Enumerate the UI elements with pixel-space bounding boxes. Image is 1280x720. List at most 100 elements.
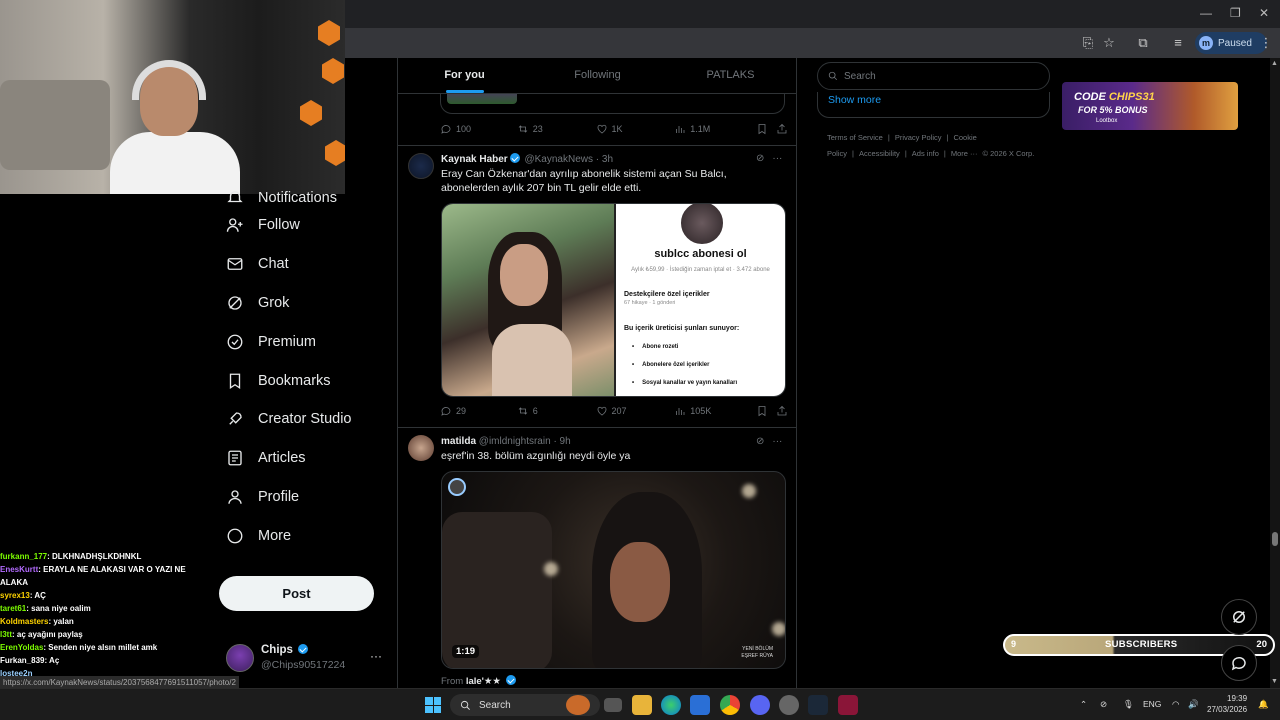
tweet-time[interactable]: · 9h xyxy=(553,436,570,447)
avatar[interactable] xyxy=(408,153,434,179)
hex-decor xyxy=(300,100,322,126)
store-icon[interactable] xyxy=(690,695,710,715)
sidebar-item-premium[interactable]: Premium xyxy=(220,322,395,361)
reply-button[interactable]: 29 xyxy=(440,405,517,417)
network-off-icon[interactable]: ⊘ xyxy=(1100,699,1107,710)
bookmark-icon xyxy=(226,372,244,390)
tab-following[interactable]: Following xyxy=(531,58,664,93)
obs-icon[interactable] xyxy=(779,695,799,715)
like-button[interactable]: 207 xyxy=(596,405,675,417)
tweet-time[interactable]: · 3h xyxy=(596,154,613,165)
bookmark-star-icon[interactable]: ☆ xyxy=(1101,35,1117,51)
sidebar-item-creator-studio[interactable]: Creator Studio xyxy=(220,400,395,439)
footer-link[interactable]: © 2026 X Corp. xyxy=(983,149,1035,158)
views-button[interactable]: 105K xyxy=(674,405,756,417)
footer-link[interactable]: More ··· xyxy=(951,149,978,158)
tweet-video[interactable]: 1:19 YENİ BÖLÜM EŞREF RÜYA xyxy=(441,471,786,669)
sidebar-item-bookmarks[interactable]: Bookmarks xyxy=(220,361,395,400)
sidebar-item-follow[interactable]: Follow xyxy=(220,206,395,245)
reply-button[interactable]: 100 xyxy=(440,123,517,135)
more-dots-icon[interactable]: ··· xyxy=(370,649,382,663)
tweet-media-images[interactable]: sublcc abonesi ol Aylık ₺59,99 · İstediğ… xyxy=(441,203,786,397)
file-explorer-icon[interactable] xyxy=(632,695,652,715)
heart-icon xyxy=(597,124,606,134)
edge-icon[interactable] xyxy=(661,695,681,715)
post-button[interactable]: Post xyxy=(219,576,374,611)
subscription-screenshot[interactable]: sublcc abonesi ol Aylık ₺59,99 · İstediğ… xyxy=(614,204,785,396)
account-switcher[interactable]: Chips @Chips90517224 ··· xyxy=(226,642,386,674)
grok-icon[interactable]: ⊘ xyxy=(756,153,764,164)
extensions-icon[interactable]: ⧉ xyxy=(1135,35,1151,51)
previous-tweet-media[interactable] xyxy=(440,94,785,114)
show-more-link[interactable]: Show more xyxy=(828,94,881,106)
chat-text: : Aç xyxy=(44,656,60,665)
close-icon[interactable]: ✕ xyxy=(1259,6,1269,20)
steam-icon[interactable] xyxy=(808,695,828,715)
video-source[interactable]: From lale'★★ xyxy=(441,675,518,687)
promo-banner[interactable]: CODE CHIPS31 FOR 5% BONUS Lootbox xyxy=(1062,82,1238,130)
avatar[interactable] xyxy=(408,435,434,461)
repost-button[interactable]: 23 xyxy=(517,123,596,135)
notification-bell-icon[interactable]: 🔔 xyxy=(1258,699,1269,710)
bookmark-button[interactable] xyxy=(756,405,776,417)
reading-list-icon[interactable]: ≡ xyxy=(1170,35,1186,51)
sidebar-item-more[interactable]: More xyxy=(220,516,395,555)
footer-link[interactable]: Ads info xyxy=(912,149,939,158)
scroll-up-icon[interactable]: ▲ xyxy=(1271,60,1278,67)
footer-separator: | xyxy=(852,149,854,158)
search-input[interactable]: Search xyxy=(817,62,1050,90)
profile-button[interactable]: m Paused xyxy=(1195,32,1267,54)
tweet-author-handle[interactable]: @KaynakNews xyxy=(524,154,593,165)
repost-button[interactable]: 6 xyxy=(517,405,596,417)
chat-username: l3tt xyxy=(0,630,12,639)
chat-text: : sana niye oalim xyxy=(26,604,91,613)
like-button[interactable]: 1K xyxy=(596,123,675,135)
chrome-icon[interactable] xyxy=(720,695,740,715)
language-indicator[interactable]: ENG xyxy=(1143,699,1161,709)
app-icon[interactable] xyxy=(838,695,858,715)
sidebar-item-grok[interactable]: Grok xyxy=(220,284,395,323)
volume-icon[interactable]: 🔊 xyxy=(1188,699,1199,710)
wifi-icon[interactable]: ◠ xyxy=(1172,699,1179,710)
tab-patlaks[interactable]: PATLAKS xyxy=(664,58,796,93)
sidebar-item-label: Notifications xyxy=(258,190,337,206)
loading-spinner-icon xyxy=(448,478,466,496)
tweet-author-handle[interactable]: @imldnightsrain xyxy=(479,436,551,447)
messages-float-button[interactable] xyxy=(1221,645,1257,681)
task-view-icon[interactable] xyxy=(604,698,622,712)
share-button[interactable] xyxy=(776,123,788,135)
more-dots-icon[interactable]: ··· xyxy=(772,153,782,164)
scrollbar[interactable] xyxy=(1270,58,1280,688)
windows-start-icon[interactable] xyxy=(425,697,441,713)
scrollbar-thumb[interactable] xyxy=(1272,532,1278,546)
sidebar-item-articles[interactable]: Articles xyxy=(220,439,395,478)
mic-icon[interactable]: 🎙 xyxy=(1123,699,1134,710)
taskbar-clock[interactable]: 19:39 27/03/2026 xyxy=(1207,693,1247,715)
footer-link[interactable]: Privacy Policy xyxy=(895,133,942,142)
tweet-author-name[interactable]: matilda xyxy=(441,436,476,447)
sidebar-item-notifications[interactable]: Notifications xyxy=(220,180,395,206)
game-app-icon[interactable] xyxy=(566,695,590,715)
timeline: For you Following PATLAKS 100 23 1K 1.1M… xyxy=(397,58,797,688)
footer-link[interactable]: Terms of Service xyxy=(827,133,883,142)
tray-chevron-icon[interactable]: ⌃ xyxy=(1080,699,1087,710)
bookmark-button[interactable] xyxy=(756,123,776,135)
maximize-icon[interactable]: ❐ xyxy=(1230,6,1241,20)
scroll-down-icon[interactable]: ▼ xyxy=(1271,678,1278,685)
more-dots-icon[interactable]: ··· xyxy=(772,436,782,447)
tweet-author-name[interactable]: Kaynak Haber xyxy=(441,154,508,165)
share-button[interactable] xyxy=(776,405,788,417)
footer-link[interactable]: Accessibility xyxy=(859,149,900,158)
tab-for-you[interactable]: For you xyxy=(398,58,531,93)
discord-icon[interactable] xyxy=(750,695,770,715)
grok-icon[interactable]: ⊘ xyxy=(756,436,764,447)
views-button[interactable]: 1.1M xyxy=(674,123,756,135)
minimize-icon[interactable]: — xyxy=(1200,6,1212,20)
install-app-icon[interactable]: ⎘ xyxy=(1080,35,1096,51)
sidebar-item-profile[interactable]: Profile xyxy=(220,478,395,517)
sidebar-item-chat[interactable]: Chat xyxy=(220,245,395,284)
kebab-menu-icon[interactable]: ⋮ xyxy=(1258,35,1274,51)
tweet-photo[interactable] xyxy=(442,204,614,396)
grok-float-button[interactable] xyxy=(1221,599,1257,635)
grok-icon xyxy=(1233,611,1245,623)
